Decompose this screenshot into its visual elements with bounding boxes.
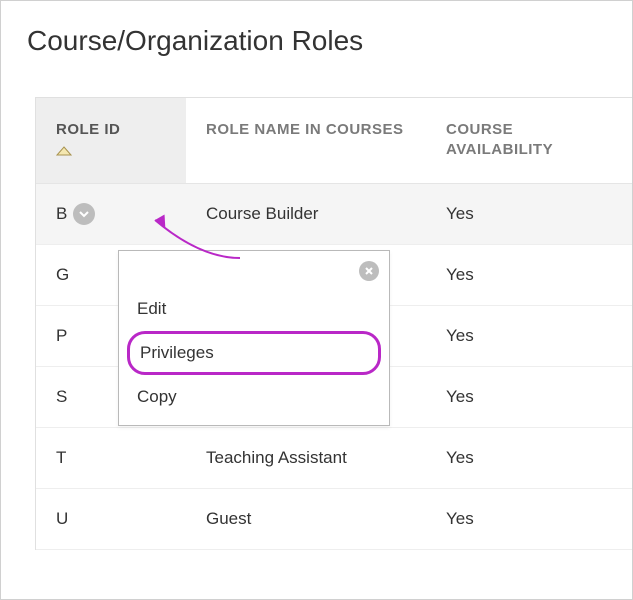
menu-item-privileges[interactable]: Privileges xyxy=(127,331,381,375)
role-name-value: Teaching Assistant xyxy=(186,430,426,486)
role-id-value: U xyxy=(56,509,68,528)
close-icon[interactable] xyxy=(359,261,379,281)
role-availability-value: Yes xyxy=(426,491,632,547)
table-row: U Guest Yes xyxy=(36,489,632,550)
col-header-role-id-label: ROLE ID xyxy=(56,121,120,138)
menu-item-copy[interactable]: Copy xyxy=(119,375,389,419)
role-availability-value: Yes xyxy=(426,247,632,303)
role-availability-value: Yes xyxy=(426,186,632,242)
sort-ascending-icon xyxy=(56,146,72,156)
role-id-value: G xyxy=(56,265,69,284)
role-id-value: T xyxy=(56,448,66,467)
role-id-value: S xyxy=(56,387,67,406)
role-availability-value: Yes xyxy=(426,430,632,486)
col-header-availability-label: COURSE AVAILABILITY xyxy=(446,121,553,158)
role-availability-value: Yes xyxy=(426,369,632,425)
roles-table: ROLE ID ROLE NAME IN COURSES COURSE AVAI… xyxy=(35,97,632,550)
role-availability-value: Yes xyxy=(426,308,632,364)
role-id-value: P xyxy=(56,326,67,345)
role-name-value: Guest xyxy=(186,491,426,547)
row-actions-menu: Edit Privileges Copy xyxy=(118,250,390,426)
col-header-role-name[interactable]: ROLE NAME IN COURSES xyxy=(186,98,426,183)
col-header-role-name-label: ROLE NAME IN COURSES xyxy=(206,121,404,138)
row-actions-chevron-icon[interactable] xyxy=(73,203,95,225)
page-title: Course/Organization Roles xyxy=(27,25,632,57)
col-header-role-id[interactable]: ROLE ID xyxy=(36,98,186,183)
table-header-row: ROLE ID ROLE NAME IN COURSES COURSE AVAI… xyxy=(36,98,632,184)
table-row: B Course Builder Yes xyxy=(36,184,632,245)
role-name-value: Course Builder xyxy=(186,186,426,242)
table-row: T Teaching Assistant Yes xyxy=(36,428,632,489)
col-header-availability[interactable]: COURSE AVAILABILITY xyxy=(426,98,632,183)
course-roles-frame: Course/Organization Roles ROLE ID ROLE N… xyxy=(0,0,633,600)
menu-item-edit[interactable]: Edit xyxy=(119,287,389,331)
role-id-value: B xyxy=(56,204,67,224)
